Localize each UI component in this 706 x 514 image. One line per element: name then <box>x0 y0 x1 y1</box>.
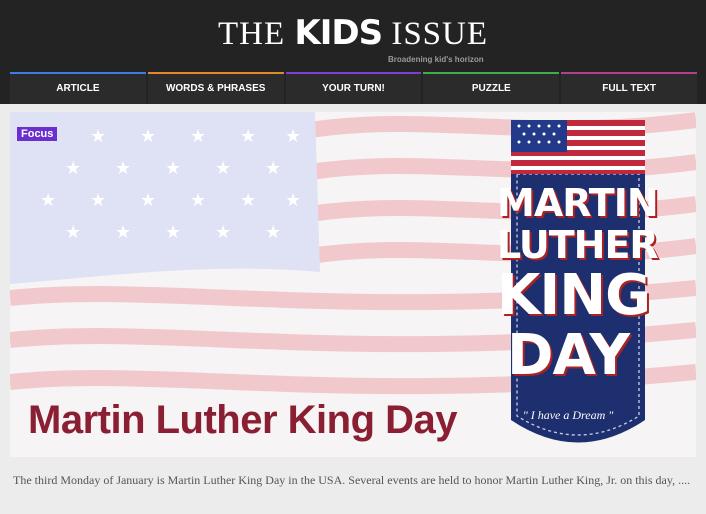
svg-text:★: ★ <box>40 190 56 211</box>
svg-text:★: ★ <box>90 190 106 211</box>
banner-line-martin: MARTIN <box>497 181 659 225</box>
banner-line-luther: LUTHER <box>497 223 659 267</box>
svg-text:★: ★ <box>115 222 131 243</box>
masthead-title-post: ISSUE <box>382 16 489 52</box>
nav-tab-puzzle[interactable]: PUZZLE <box>423 72 560 104</box>
masthead-title-kids: KIDS <box>294 13 383 53</box>
featured-article-image[interactable]: ★★★★★★ ★★★★★ ★★★★★★ ★★★★★ Focus MARTIN L… <box>10 112 696 457</box>
nav-tab-your-turn[interactable]: YOUR TURN! <box>285 72 422 104</box>
svg-text:★: ★ <box>65 222 81 243</box>
svg-text:★: ★ <box>90 126 106 147</box>
banner-line-king: KING <box>497 263 651 328</box>
masthead-tagline: Broadening kid's horizon <box>388 55 484 64</box>
svg-text:★: ★ <box>190 126 206 147</box>
nav-tab-words-phrases[interactable]: WORDS & PHRASES <box>147 72 284 104</box>
svg-text:★: ★ <box>215 158 231 179</box>
svg-text:★: ★ <box>165 158 181 179</box>
svg-text:★: ★ <box>240 190 256 211</box>
banner-line-day: DAY <box>506 323 630 388</box>
article-excerpt: The third Monday of January is Martin Lu… <box>13 473 691 487</box>
focus-badge: Focus <box>17 127 58 141</box>
svg-text:★: ★ <box>240 126 256 147</box>
svg-text:★: ★ <box>265 158 281 179</box>
site-header: THE KIDS ISSUE Broadening kid's horizon … <box>0 0 706 104</box>
svg-text:★: ★ <box>285 126 301 147</box>
nav-tab-article[interactable]: ARTICLE <box>10 72 146 104</box>
masthead-logo[interactable]: THE KIDS ISSUE <box>0 14 706 53</box>
article-headline[interactable]: Martin Luther King Day <box>28 398 458 443</box>
svg-text:★: ★ <box>265 222 281 243</box>
svg-text:★: ★ <box>215 222 231 243</box>
main-nav: ARTICLE WORDS & PHRASES YOUR TURN! PUZZL… <box>10 72 697 104</box>
svg-text:★: ★ <box>65 158 81 179</box>
svg-text:★: ★ <box>115 158 131 179</box>
nav-tab-full-text[interactable]: FULL TEXT <box>561 72 697 104</box>
svg-text:★: ★ <box>190 190 206 211</box>
svg-text:★: ★ <box>165 222 181 243</box>
svg-text:★: ★ <box>285 190 301 211</box>
svg-text:★: ★ <box>140 190 156 211</box>
banner-quote: " I have a Dream " <box>522 408 614 422</box>
banner-title: MARTIN LUTHER KING DAY <box>497 181 659 388</box>
svg-text:★: ★ <box>140 126 156 147</box>
masthead-title-pre: THE <box>217 16 295 52</box>
